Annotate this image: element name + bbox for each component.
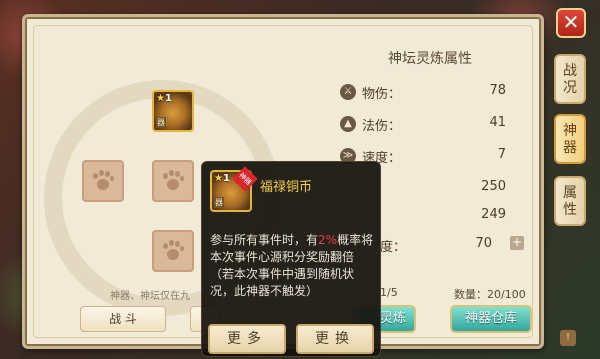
item-tooltip: ★1 器 神器 福禄铜币 参与所有事件时，有2%概率将本次事件心源积分奖励翻倍（… [201, 161, 381, 357]
replace-button[interactable]: 更换 [296, 324, 374, 354]
attribute-value: 249 [481, 207, 506, 222]
attribute-value: 250 [481, 179, 506, 194]
artifact-badge: 神器 [232, 166, 258, 192]
quantity-label: 数量： [454, 288, 487, 301]
hint-text: 神器、神坛仅在九 [110, 291, 190, 302]
chance-highlight: 2% [318, 233, 338, 247]
attribute-label: 法伤： [362, 119, 402, 134]
tab-attributes[interactable]: 属性 [554, 176, 586, 226]
quantity-display: 数量：20/100 [454, 286, 526, 302]
paw-icon [92, 170, 114, 192]
item-tag: 器 [156, 117, 166, 128]
item-name: 福禄铜币 [260, 180, 313, 195]
tab-label: 神器 [563, 123, 577, 156]
refine-label: 灵炼 [379, 311, 406, 326]
battle-button[interactable]: 战 斗 [80, 306, 166, 332]
quantity-value: 20/100 [487, 288, 526, 301]
item-level: ★1 [214, 173, 230, 184]
empty-artifact-slot[interactable] [82, 160, 124, 202]
attribute-label: 度： [380, 240, 407, 255]
paw-icon [162, 170, 184, 192]
tab-artifact[interactable]: 神器 [554, 114, 586, 164]
paw-icon [162, 240, 184, 262]
attribute-value: 41 [489, 115, 506, 130]
add-attribute-button[interactable]: + [510, 236, 524, 250]
attributes-title: 神坛灵炼属性 [388, 51, 472, 67]
tab-label: 属性 [563, 185, 577, 218]
attribute-label: 物伤： [362, 87, 402, 102]
item-tag: 器 [214, 197, 224, 208]
tab-battle-status[interactable]: 战况 [554, 54, 586, 104]
attribute-row-physical: ⚔ 物伤： 78 [340, 82, 510, 104]
item-description: 参与所有事件时，有2%概率将本次事件心源积分奖励翻倍（若本次事件中遇到随机状况，… [210, 233, 374, 298]
slot-progress: 1/5 [380, 286, 398, 299]
attribute-value: 7 [497, 147, 506, 162]
equipped-artifact-slot[interactable]: ★1 器 [152, 90, 194, 132]
attribute-value: 78 [489, 83, 506, 98]
tooltip-item-icon: ★1 器 神器 [210, 166, 258, 212]
item-level: ★1 [156, 93, 172, 104]
physical-icon: ⚔ [340, 84, 356, 100]
magic-icon: ▲ [340, 116, 356, 132]
empty-artifact-slot[interactable] [152, 160, 194, 202]
close-button[interactable]: ✕ [556, 8, 586, 38]
artifact-warehouse-button[interactable]: 神器仓库 [450, 305, 532, 333]
tab-label: 战况 [563, 63, 577, 96]
empty-artifact-slot[interactable] [152, 230, 194, 272]
more-button[interactable]: 更多 [208, 324, 286, 354]
attribute-value: 70 [475, 236, 492, 251]
attribute-row-magic: ▲ 法伤： 41 [340, 114, 510, 136]
corner-info-icon[interactable]: ! [560, 330, 576, 346]
